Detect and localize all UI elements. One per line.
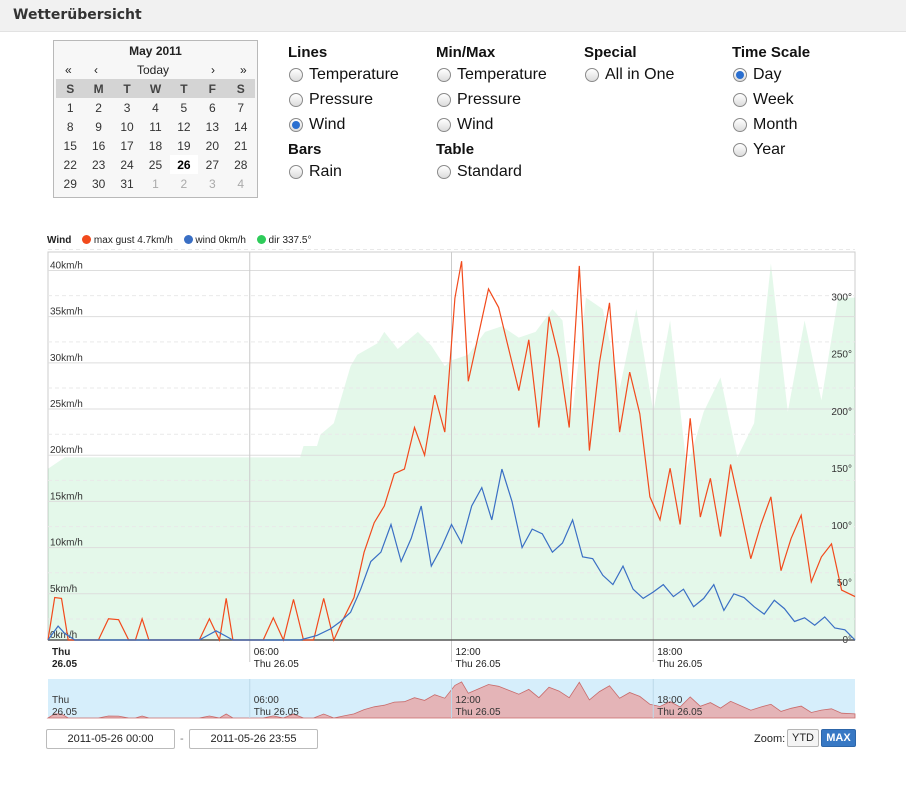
y-right-tick-label: 200° xyxy=(831,407,852,418)
y-left-tick-label: 15km/h xyxy=(50,491,83,502)
y-left-tick-label: 40km/h xyxy=(50,260,83,271)
y-left-tick-label: 10km/h xyxy=(50,538,83,549)
navigator-tick-time: Thu xyxy=(52,695,69,706)
zoom-label: Zoom: xyxy=(754,733,786,745)
y-left-tick-label: 30km/h xyxy=(50,353,83,364)
y-left-tick-label: 35km/h xyxy=(50,307,83,318)
navigator-tick-date: Thu 26.05 xyxy=(657,707,702,718)
range-separator: - xyxy=(180,733,184,745)
navigator-tick-date: 26.05 xyxy=(52,707,77,718)
x-tick-time: Thu xyxy=(52,647,70,658)
y-right-tick-label: 300° xyxy=(831,293,852,304)
x-tick-time: 18:00 xyxy=(657,647,682,658)
y-left-tick-label: 5km/h xyxy=(50,584,77,595)
x-tick-time: 12:00 xyxy=(456,647,481,658)
zoom-ytd-button[interactable]: YTD xyxy=(787,729,819,747)
navigator-tick-time: 12:00 xyxy=(456,695,481,706)
navigator-tick-time: 06:00 xyxy=(254,695,279,706)
x-tick-date: Thu 26.05 xyxy=(456,659,501,670)
y-left-tick-label: 25km/h xyxy=(50,399,83,410)
zoom-max-button[interactable]: MAX xyxy=(821,729,856,747)
x-tick-date: Thu 26.05 xyxy=(254,659,299,670)
x-tick-date: 26.05 xyxy=(52,659,77,670)
wind-chart: 0km/h5km/h10km/h15km/h20km/h25km/h30km/h… xyxy=(46,248,856,719)
y-right-tick-label: 150° xyxy=(831,464,852,475)
x-tick-time: 06:00 xyxy=(254,647,279,658)
y-right-tick-label: 250° xyxy=(831,350,852,361)
x-tick-date: Thu 26.05 xyxy=(657,659,702,670)
range-from-input[interactable]: 2011-05-26 00:00 xyxy=(46,729,175,749)
range-to-input[interactable]: 2011-05-26 23:55 xyxy=(189,729,318,749)
y-right-tick-label: 100° xyxy=(831,521,852,532)
y-left-tick-label: 20km/h xyxy=(50,445,83,456)
navigator-tick-date: Thu 26.05 xyxy=(254,707,299,718)
navigator-tick-date: Thu 26.05 xyxy=(456,707,501,718)
navigator-tick-time: 18:00 xyxy=(657,695,682,706)
